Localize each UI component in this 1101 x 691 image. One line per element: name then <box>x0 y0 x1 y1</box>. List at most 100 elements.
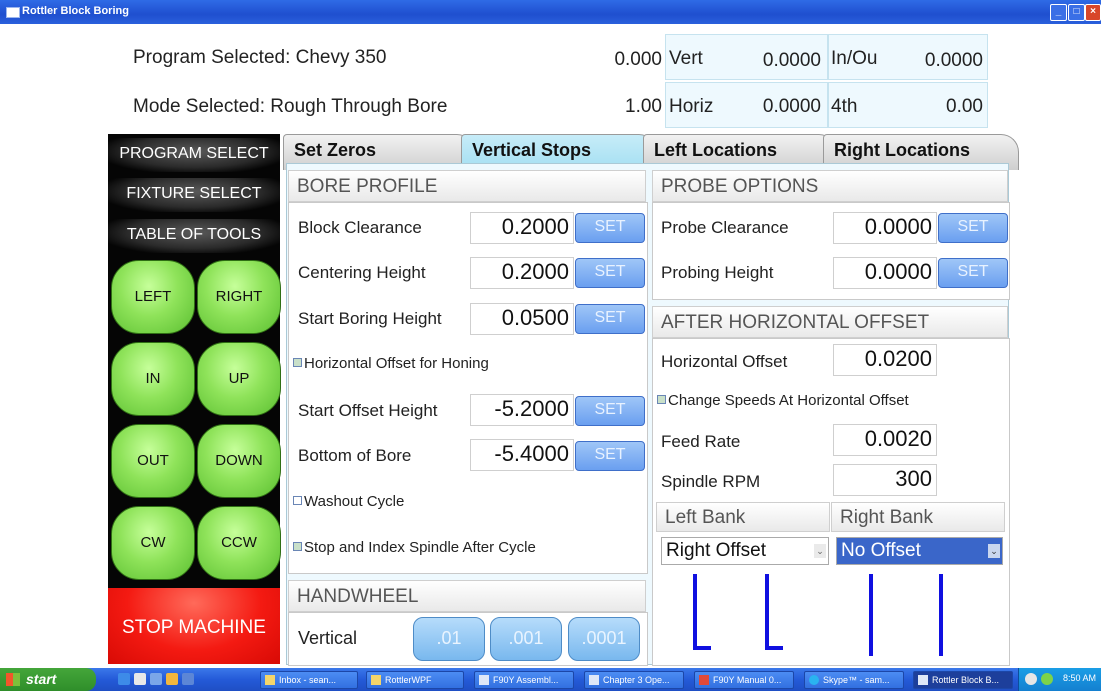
horizontal-offset-honing-checkbox[interactable]: Horizontal Offset for Honing <box>293 355 489 372</box>
probe-clearance-set-button[interactable]: SET <box>938 213 1008 243</box>
chevron-down-icon: ⌄ <box>988 544 1000 558</box>
taskbar-clock: 8:50 AM <box>1062 673 1096 683</box>
fourth-axis-value: 0.00 <box>946 96 983 117</box>
left-bank-offset-value: Right Offset <box>666 540 766 561</box>
skype-tray-icon[interactable] <box>1041 673 1053 685</box>
jog-right-button[interactable]: RIGHT <box>197 260 281 334</box>
taskbar: start Inbox - sean... RottlerWPF F90Y As… <box>0 668 1101 691</box>
task-skype[interactable]: Skype™ - sam... <box>804 671 904 689</box>
windows-flag-icon <box>6 673 20 686</box>
handwheel-step-001-button[interactable]: .001 <box>490 617 562 661</box>
probe-clearance-label: Probe Clearance <box>661 218 789 237</box>
folder-icon <box>371 675 381 685</box>
right-bank-offset-select[interactable]: No Offset ⌄ <box>836 537 1003 565</box>
window-icon <box>918 675 928 685</box>
probing-height-set-button[interactable]: SET <box>938 258 1008 288</box>
jog-up-button[interactable]: UP <box>197 342 281 416</box>
program-select-button[interactable]: PROGRAM SELECT <box>108 138 280 172</box>
app-quicklaunch-icon[interactable] <box>182 673 194 685</box>
block-clearance-input[interactable]: 0.2000 <box>470 212 574 244</box>
right-bank-header: Right Bank <box>831 502 1005 532</box>
jog-in-button[interactable]: IN <box>111 342 195 416</box>
change-speeds-checkbox[interactable]: Change Speeds At Horizontal Offset <box>657 392 909 409</box>
task-f90y-manual[interactable]: F90Y Manual 0... <box>694 671 794 689</box>
mode-selected-label: Mode Selected: Rough Through Bore <box>133 96 448 117</box>
document-icon <box>589 675 599 685</box>
jog-ccw-button[interactable]: CCW <box>197 506 281 580</box>
stop-index-spindle-label: Stop and Index Spindle After Cycle <box>304 539 536 556</box>
window-title: Rottler Block Boring <box>22 5 129 17</box>
vert-label: Vert <box>669 48 703 69</box>
task-rottler-block-boring[interactable]: Rottler Block B... <box>913 671 1013 689</box>
right-bank-tool-diagram <box>869 574 943 656</box>
maximize-button[interactable]: □ <box>1068 4 1085 21</box>
control-sidebar: PROGRAM SELECT FIXTURE SELECT TABLE OF T… <box>108 134 281 664</box>
probe-clearance-input[interactable]: 0.0000 <box>833 212 937 244</box>
jog-cw-button[interactable]: CW <box>111 506 195 580</box>
feed-rate-label: Feed Rate <box>661 432 741 451</box>
start-boring-height-set-button[interactable]: SET <box>575 304 645 334</box>
start-boring-height-input[interactable]: 0.0500 <box>470 303 574 335</box>
task-label: Rottler Block B... <box>932 675 1000 685</box>
outlook-quicklaunch-icon[interactable] <box>166 673 178 685</box>
minimize-button[interactable]: _ <box>1050 4 1067 21</box>
vert-value: 0.0000 <box>762 50 821 71</box>
stop-index-spindle-checkbox[interactable]: Stop and Index Spindle After Cycle <box>293 539 536 556</box>
centering-height-set-button[interactable]: SET <box>575 258 645 288</box>
handwheel-header: HANDWHEEL <box>288 580 646 612</box>
status-value-1: 0.000 <box>614 49 662 70</box>
document-icon <box>479 675 489 685</box>
washout-cycle-checkbox[interactable]: Washout Cycle <box>293 493 404 510</box>
horizontal-offset-input[interactable]: 0.0200 <box>833 344 937 376</box>
desktop-quicklaunch-icon[interactable] <box>134 673 146 685</box>
task-inbox[interactable]: Inbox - sean... <box>260 671 358 689</box>
inout-readout: In/Ou 0.0000 <box>828 34 988 80</box>
checkbox-checked-icon <box>293 358 302 367</box>
fourth-axis-readout: 4th 0.00 <box>828 82 988 128</box>
left-bank-offset-select[interactable]: Right Offset ⌄ <box>661 537 829 565</box>
start-button[interactable]: start <box>0 668 96 691</box>
bottom-of-bore-input[interactable]: -5.4000 <box>470 439 574 471</box>
handwheel-step-0001-button[interactable]: .0001 <box>568 617 640 661</box>
feed-rate-input[interactable]: 0.0020 <box>833 424 937 456</box>
horizontal-offset-honing-label: Horizontal Offset for Honing <box>304 355 489 372</box>
vert-readout: Vert 0.0000 <box>665 34 828 80</box>
horiz-label: Horiz <box>669 96 714 117</box>
task-rottlerwpf[interactable]: RottlerWPF <box>366 671 464 689</box>
close-button[interactable]: × <box>1085 4 1101 21</box>
network-tray-icon[interactable] <box>1025 673 1037 685</box>
start-offset-height-input[interactable]: -5.2000 <box>470 394 574 426</box>
task-chapter-3[interactable]: Chapter 3 Ope... <box>584 671 684 689</box>
bottom-of-bore-label: Bottom of Bore <box>298 446 412 465</box>
window-title-bar: Rottler Block Boring _ □ × <box>0 0 1101 24</box>
jog-out-button[interactable]: OUT <box>111 424 195 498</box>
fixture-select-button[interactable]: FIXTURE SELECT <box>108 178 280 212</box>
jog-down-button[interactable]: DOWN <box>197 424 281 498</box>
bottom-of-bore-set-button[interactable]: SET <box>575 441 645 471</box>
task-label: Inbox - sean... <box>279 675 337 685</box>
pdf-icon <box>699 675 709 685</box>
checkbox-checked-icon <box>657 395 666 404</box>
fourth-axis-label: 4th <box>831 96 858 117</box>
table-of-tools-button[interactable]: TABLE OF TOOLS <box>108 219 280 253</box>
start-offset-height-set-button[interactable]: SET <box>575 396 645 426</box>
spindle-rpm-label: Spindle RPM <box>661 472 761 491</box>
block-clearance-label: Block Clearance <box>298 218 422 237</box>
centering-height-input[interactable]: 0.2000 <box>470 257 574 289</box>
right-bank-offset-value: No Offset <box>841 540 921 561</box>
horizontal-offset-label: Horizontal Offset <box>661 352 788 371</box>
inout-label: In/Ou <box>831 48 878 69</box>
probing-height-input[interactable]: 0.0000 <box>833 257 937 289</box>
spindle-rpm-input[interactable]: 300 <box>833 464 937 496</box>
jog-left-button[interactable]: LEFT <box>111 260 195 334</box>
stop-machine-button[interactable]: STOP MACHINE <box>108 588 280 664</box>
task-f90y-assembly[interactable]: F90Y Assembl... <box>474 671 574 689</box>
inout-value: 0.0000 <box>924 50 983 71</box>
probe-options-header: PROBE OPTIONS <box>652 170 1008 202</box>
media-quicklaunch-icon[interactable] <box>150 673 162 685</box>
handwheel-step-01-button[interactable]: .01 <box>413 617 485 661</box>
app-icon <box>6 7 20 18</box>
ie-quicklaunch-icon[interactable] <box>118 673 130 685</box>
task-label: RottlerWPF <box>385 675 432 685</box>
block-clearance-set-button[interactable]: SET <box>575 213 645 243</box>
